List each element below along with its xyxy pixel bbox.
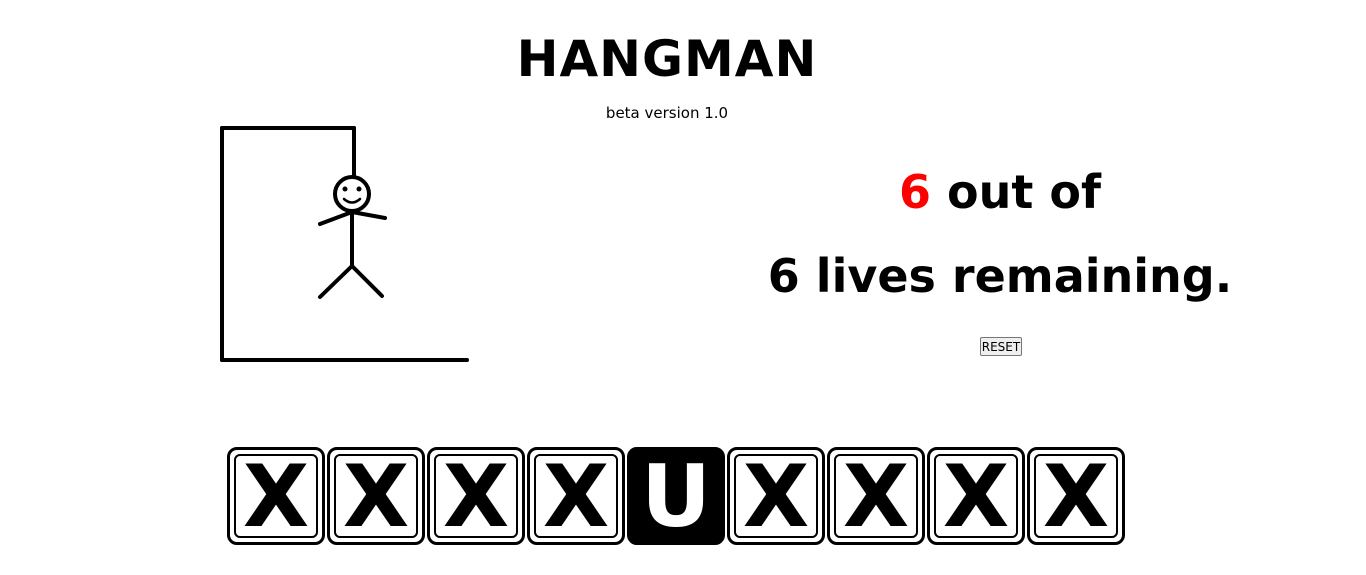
lives-out-of-text: out of — [947, 165, 1101, 219]
letter-tile-char: X — [342, 454, 410, 538]
letter-tile-inner: X — [934, 454, 1018, 538]
letter-tile-hidden: X — [927, 447, 1025, 545]
hangman-page: HANGMAN beta version 1.0 6 out of 6 live… — [0, 0, 1366, 575]
letter-tile-char: X — [442, 454, 510, 538]
lives-remaining-count: 6 — [898, 165, 931, 219]
letter-tile-char: X — [1042, 454, 1110, 538]
reset-button[interactable]: RESET — [980, 337, 1022, 356]
letter-tile-char: X — [242, 454, 310, 538]
letter-tile-hidden: X — [227, 447, 325, 545]
game-title: HANGMAN — [516, 30, 818, 88]
letter-tile-inner: X — [234, 454, 318, 538]
letter-tile-hidden: X — [527, 447, 625, 545]
letter-tile-hidden: X — [827, 447, 925, 545]
word-tiles: XXXXUXXXX — [227, 447, 1125, 545]
letter-tile-char: X — [842, 454, 910, 538]
lives-line-1: 6 out of — [760, 150, 1240, 234]
letter-tile-char: X — [742, 454, 810, 538]
hangman-head — [333, 175, 371, 213]
hangman-drawing — [220, 126, 469, 362]
letter-tile-inner: X — [334, 454, 418, 538]
hangman-right-arm — [350, 210, 387, 220]
letter-tile-inner: X — [1034, 454, 1118, 538]
letter-tile-inner: U — [634, 454, 718, 538]
letter-tile-inner: X — [534, 454, 618, 538]
lives-total-text: 6 lives remaining. — [767, 249, 1233, 303]
letter-tile-inner: X — [434, 454, 518, 538]
letter-tile-inner: X — [734, 454, 818, 538]
hangman-right-leg — [350, 264, 384, 298]
letter-tile-hidden: X — [427, 447, 525, 545]
hangman-face — [342, 186, 362, 204]
hangman-left-leg — [318, 264, 354, 299]
letter-tile-hidden: X — [727, 447, 825, 545]
version-subtitle: beta version 1.0 — [605, 104, 729, 122]
letter-tile-char: X — [542, 454, 610, 538]
hangman-left-arm — [318, 210, 354, 226]
lives-status: 6 out of 6 lives remaining. — [760, 150, 1240, 318]
letter-tile-revealed: U — [627, 447, 725, 545]
letter-tile-inner: X — [834, 454, 918, 538]
letter-tile-char: X — [942, 454, 1010, 538]
letter-tile-hidden: X — [327, 447, 425, 545]
letter-tile-hidden: X — [1027, 447, 1125, 545]
letter-tile-char: U — [641, 454, 711, 538]
